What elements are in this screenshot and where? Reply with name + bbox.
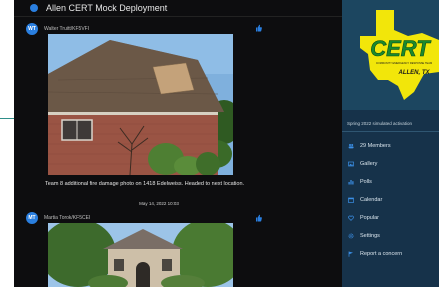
cert-logo: CERT COMMUNITY EMERGENCY RESPONSE TEAM A…	[342, 0, 439, 110]
sidebar-item-gallery[interactable]: Gallery	[342, 155, 439, 173]
post-caption: Team 8 additional fire damage photo on 1…	[45, 181, 245, 187]
post-photo-house[interactable]	[48, 223, 233, 287]
sidebar-item-calendar[interactable]: Calendar	[342, 191, 439, 209]
sidebar-nav: 29 Members Gallery Polls Calendar Popula…	[342, 137, 439, 263]
divider	[342, 131, 439, 132]
svg-text:ALLEN, TX: ALLEN, TX	[398, 70, 431, 76]
post-author[interactable]: Martia Torok/KF5CEI	[44, 215, 90, 221]
gear-icon	[348, 233, 354, 239]
group-title: Allen CERT Mock Deployment	[46, 3, 168, 13]
gallery-icon	[348, 161, 354, 167]
sidebar-item-label: Settings	[360, 233, 380, 239]
svg-text:CERT: CERT	[370, 36, 431, 61]
group-description: Spring 2022 simulated activation	[347, 121, 413, 126]
calendar-icon	[348, 197, 354, 203]
post-photo-house-fire[interactable]	[48, 34, 233, 175]
sidebar-item-label: Report a concern	[360, 251, 403, 257]
avatar[interactable]: WT	[26, 23, 38, 35]
message-feed[interactable]: WT Walter Truitt/KF5VFI Team 8 additiona…	[14, 17, 342, 287]
sidebar-item-popular[interactable]: Popular	[342, 209, 439, 227]
heart-icon	[348, 215, 354, 221]
sidebar-item-label: 29 Members	[360, 143, 391, 149]
sidebar-item-members[interactable]: 29 Members	[342, 137, 439, 155]
polls-icon	[348, 179, 354, 185]
sidebar-item-polls[interactable]: Polls	[342, 173, 439, 191]
group-icon	[30, 4, 38, 12]
like-icon[interactable]	[255, 24, 262, 34]
group-sidebar: CERT COMMUNITY EMERGENCY RESPONSE TEAM A…	[342, 0, 439, 287]
members-icon	[348, 143, 354, 149]
svg-text:COMMUNITY EMERGENCY RESPONSE T: COMMUNITY EMERGENCY RESPONSE TEAM	[376, 61, 432, 65]
avatar[interactable]: MT	[26, 212, 38, 224]
sidebar-item-report[interactable]: Report a concern	[342, 245, 439, 263]
sidebar-item-label: Popular	[360, 215, 379, 221]
flag-icon	[348, 251, 354, 257]
title-bar: Allen CERT Mock Deployment	[14, 0, 342, 17]
sidebar-item-label: Calendar	[360, 197, 383, 203]
like-icon[interactable]	[255, 214, 262, 224]
sidebar-item-settings[interactable]: Settings	[342, 227, 439, 245]
post-author[interactable]: Walter Truitt/KF5VFI	[44, 26, 89, 32]
sidebar-item-label: Gallery	[360, 161, 378, 167]
app-window: Allen CERT Mock Deployment WT Walter Tru…	[14, 0, 439, 287]
sidebar-item-label: Polls	[360, 179, 372, 185]
connector-line-left	[0, 118, 14, 119]
post-timestamp: May 14, 2022 10:03	[139, 201, 179, 206]
